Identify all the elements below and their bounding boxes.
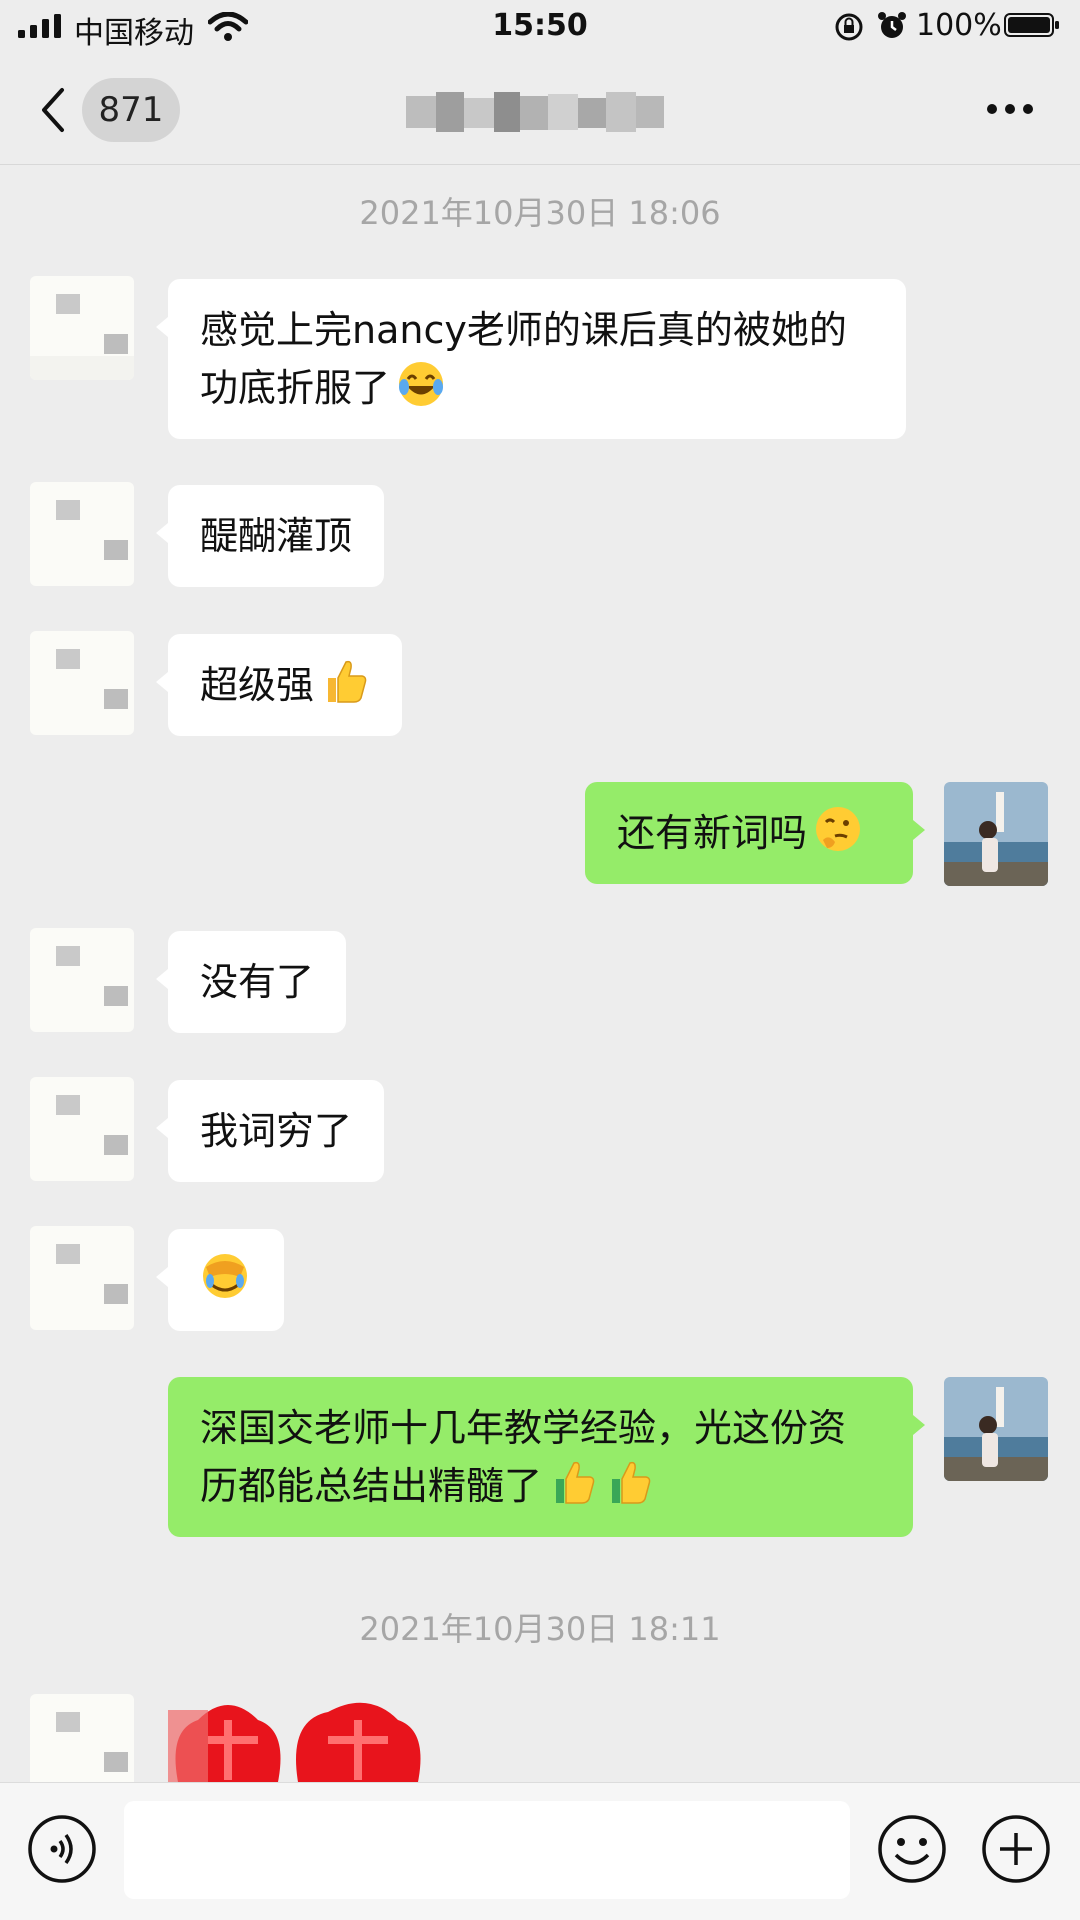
plus-icon[interactable]: [980, 1813, 1052, 1885]
red-sticker[interactable]: [168, 1690, 468, 1782]
my-avatar[interactable]: [944, 782, 1048, 886]
message-bubble[interactable]: 我词穷了: [155, 1080, 385, 1182]
battery-percent: 100%: [916, 8, 1002, 43]
unread-count-badge[interactable]: 871: [82, 78, 180, 142]
avatar[interactable]: [30, 1226, 134, 1330]
timestamp: 2021年10月30日 18:11: [359, 1610, 721, 1648]
thumbs-up-emoji-icon: [328, 660, 367, 703]
avatar[interactable]: [30, 928, 134, 1032]
message-bubble[interactable]: 超级强: [155, 634, 403, 736]
message-text: 还有新词吗: [617, 811, 808, 855]
status-bar: 中国移动 15:50 100%: [0, 0, 1080, 56]
avatar[interactable]: [30, 1077, 134, 1181]
battery-icon: [1004, 13, 1059, 37]
input-bar: [0, 1782, 1080, 1920]
thinking-emoji-icon: [816, 807, 861, 851]
message-bubble[interactable]: 还有新词吗: [585, 782, 925, 884]
message-bubble[interactable]: 没有了: [155, 931, 347, 1033]
message-bubble[interactable]: 感觉上完nancy老师的课后真的被她的功底折服了: [156, 279, 906, 439]
alarm-icon: [878, 12, 906, 38]
message-input[interactable]: [124, 1801, 850, 1899]
message-bubble[interactable]: 深国交老师十几年教学经验，光这份资历都能总结出精髓了: [168, 1377, 925, 1537]
timestamp: 2021年10月30日 18:06: [359, 194, 721, 232]
message-text: 醍醐灌顶: [200, 514, 353, 558]
message-bubble[interactable]: [156, 1229, 284, 1331]
thumbs-up-emoji-icon: [612, 1461, 651, 1504]
message-text: 超级强: [200, 663, 315, 707]
laughing-tears-emoji-icon: [399, 362, 444, 406]
thumbs-up-emoji-icon: [556, 1461, 595, 1504]
my-avatar[interactable]: [944, 1377, 1048, 1481]
facepalm-emoji-icon: [203, 1254, 247, 1298]
avatar[interactable]: [30, 482, 134, 586]
chat-header: 871: [0, 56, 1080, 165]
avatar[interactable]: [30, 276, 134, 380]
back-icon[interactable]: [38, 86, 68, 134]
avatar[interactable]: [30, 631, 134, 735]
more-icon[interactable]: [986, 102, 1034, 116]
message-text: 感觉上完nancy老师的课后真的被她的功底折服了: [200, 308, 847, 410]
message-text: 深国交老师十几年教学经验，光这份资历都能总结出精髓了: [200, 1406, 847, 1508]
message-bubble[interactable]: 醍醐灌顶: [155, 485, 385, 587]
message-text: 我词穷了: [200, 1109, 353, 1153]
voice-icon[interactable]: [26, 1813, 98, 1885]
blurred-chat-title: [406, 92, 664, 132]
rotation-lock-icon: [835, 13, 863, 41]
message-text: 没有了: [200, 960, 315, 1004]
emoji-icon[interactable]: [876, 1813, 948, 1885]
